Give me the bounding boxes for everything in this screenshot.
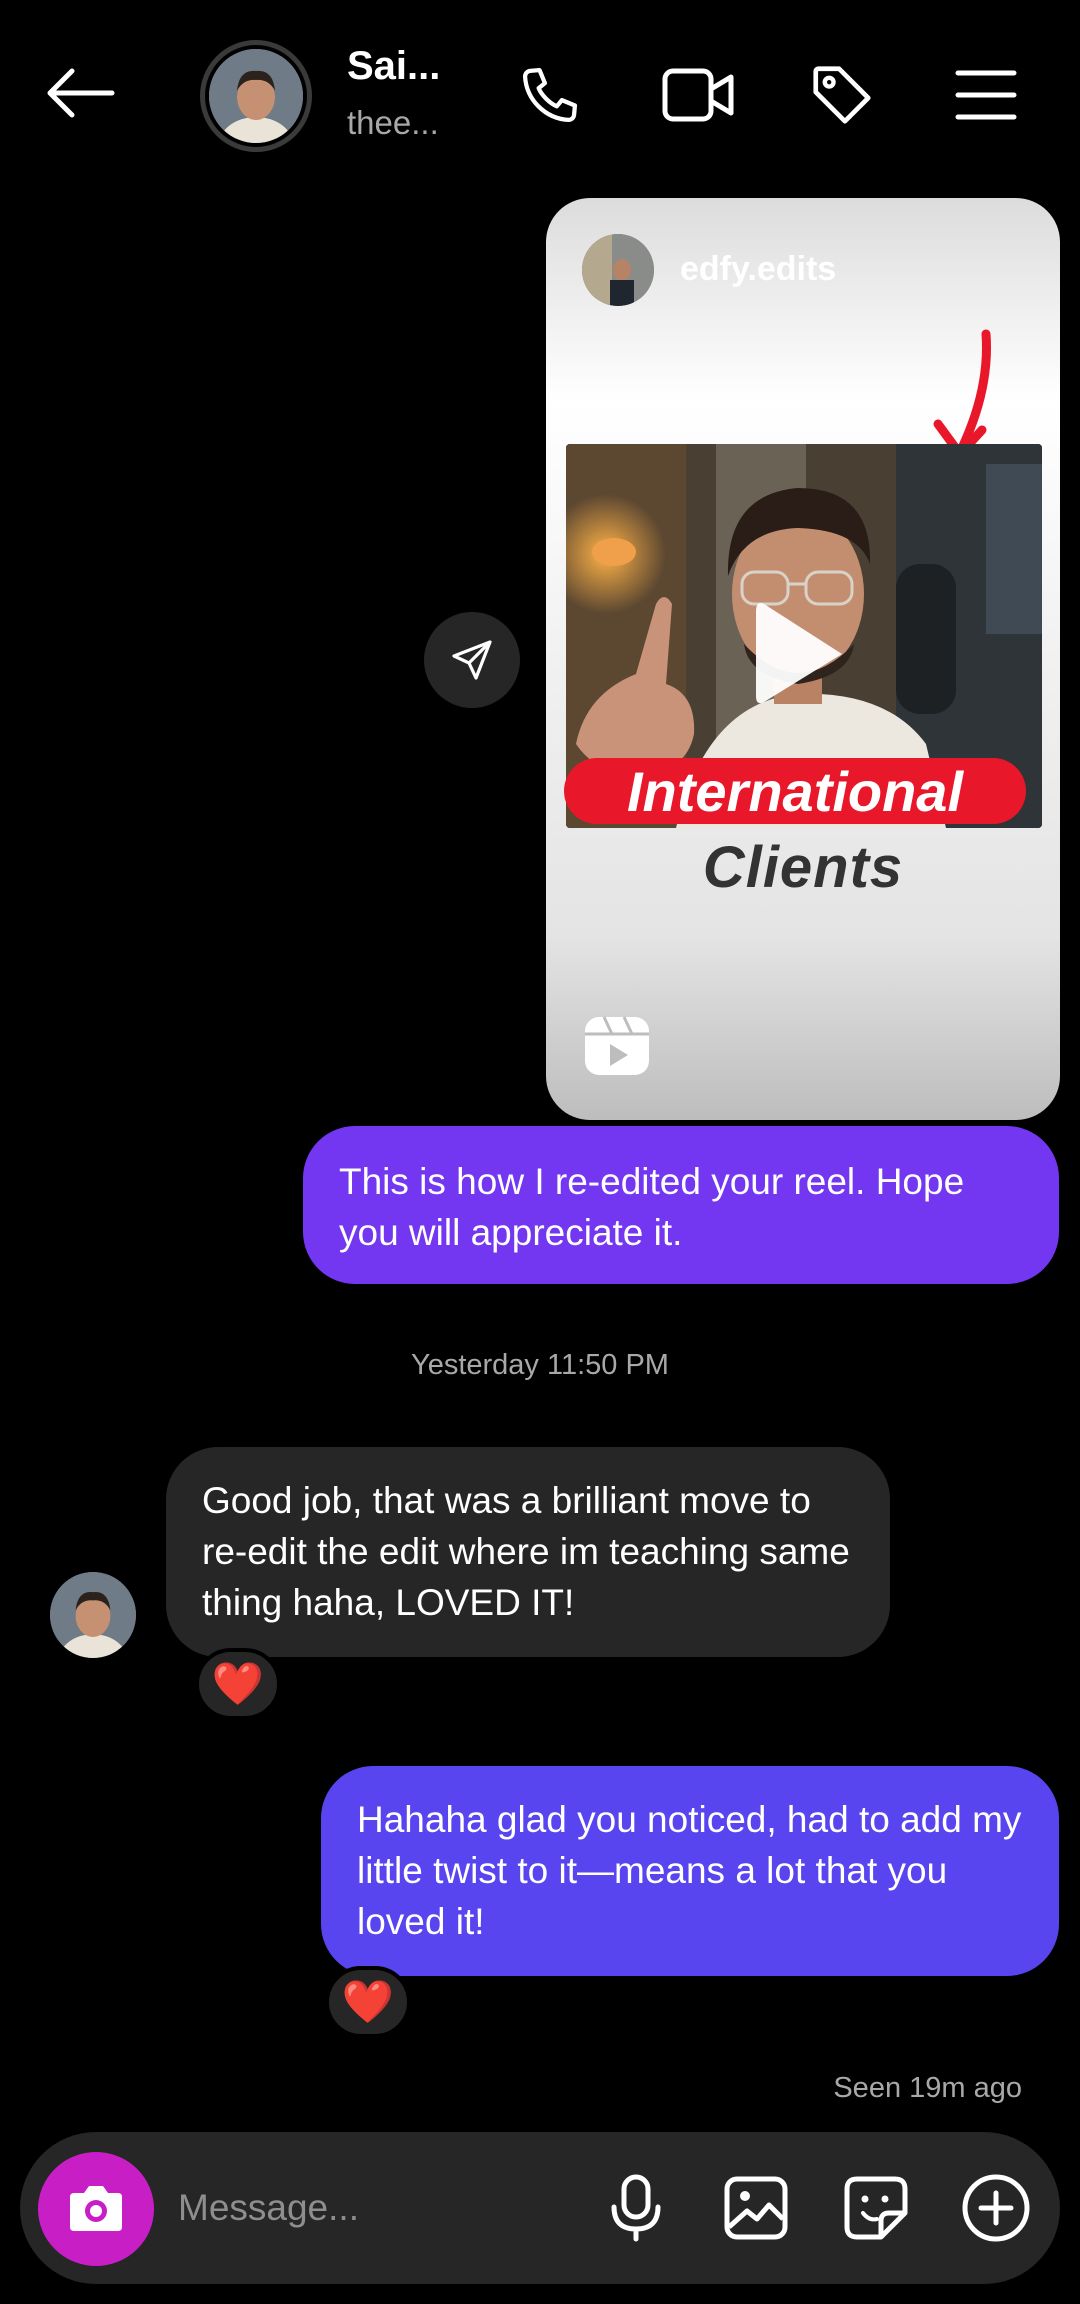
microphone-icon xyxy=(611,2174,661,2242)
reels-icon xyxy=(585,1016,649,1075)
contact-name[interactable]: Sai... xyxy=(347,44,447,89)
voice-message-button[interactable] xyxy=(596,2168,676,2248)
message-input[interactable] xyxy=(178,2176,578,2240)
message-composer xyxy=(20,2132,1060,2284)
video-call-icon xyxy=(662,68,734,122)
back-arrow-icon xyxy=(47,68,115,118)
camera-icon xyxy=(70,2186,122,2231)
sticker-button[interactable] xyxy=(836,2168,916,2248)
outgoing-message[interactable]: Hahaha glad you noticed, had to add my l… xyxy=(321,1766,1059,1976)
sender-avatar[interactable] xyxy=(50,1572,136,1658)
menu-button[interactable] xyxy=(946,55,1026,135)
seen-status: Seen 19m ago xyxy=(833,2072,1022,2104)
contact-username[interactable]: thee... xyxy=(347,104,447,142)
reel-caption-secondary: Clients xyxy=(702,835,904,900)
reel-author-name[interactable]: edfy.edits xyxy=(680,250,836,289)
sticker-icon xyxy=(844,2176,908,2240)
shared-reel[interactable]: edfy.edits International Clients xyxy=(546,198,1060,1120)
reel-author-avatar[interactable] xyxy=(582,234,654,306)
heart-reaction-icon: ❤️ xyxy=(341,1977,395,2026)
gallery-button[interactable] xyxy=(716,2168,796,2248)
chat-header: Sai... thee... xyxy=(0,0,1080,190)
gallery-icon xyxy=(724,2176,788,2240)
contact-avatar-image xyxy=(209,49,303,143)
message-reaction[interactable]: ❤️ xyxy=(325,1966,411,2038)
reel-caption-primary: International xyxy=(564,758,1026,824)
back-button[interactable] xyxy=(40,58,120,128)
phone-icon xyxy=(522,67,578,123)
forward-icon xyxy=(452,640,492,680)
message-reaction[interactable]: ❤️ xyxy=(195,1648,281,1720)
video-call-button[interactable] xyxy=(658,55,738,135)
tag-button[interactable] xyxy=(802,55,882,135)
voice-call-button[interactable] xyxy=(510,55,590,135)
forward-button[interactable] xyxy=(424,612,520,708)
outgoing-message[interactable]: This is how I re-edited your reel. Hope … xyxy=(303,1126,1059,1284)
camera-button[interactable] xyxy=(38,2152,154,2266)
more-options-button[interactable] xyxy=(956,2168,1036,2248)
message-timestamp: Yesterday 11:50 PM xyxy=(411,1349,669,1381)
incoming-message[interactable]: Good job, that was a brilliant move to r… xyxy=(166,1447,890,1657)
heart-reaction-icon: ❤️ xyxy=(211,1659,265,1708)
menu-icon xyxy=(955,70,1017,120)
contact-avatar[interactable] xyxy=(200,40,312,152)
tag-icon xyxy=(813,66,871,124)
add-icon xyxy=(962,2174,1030,2242)
